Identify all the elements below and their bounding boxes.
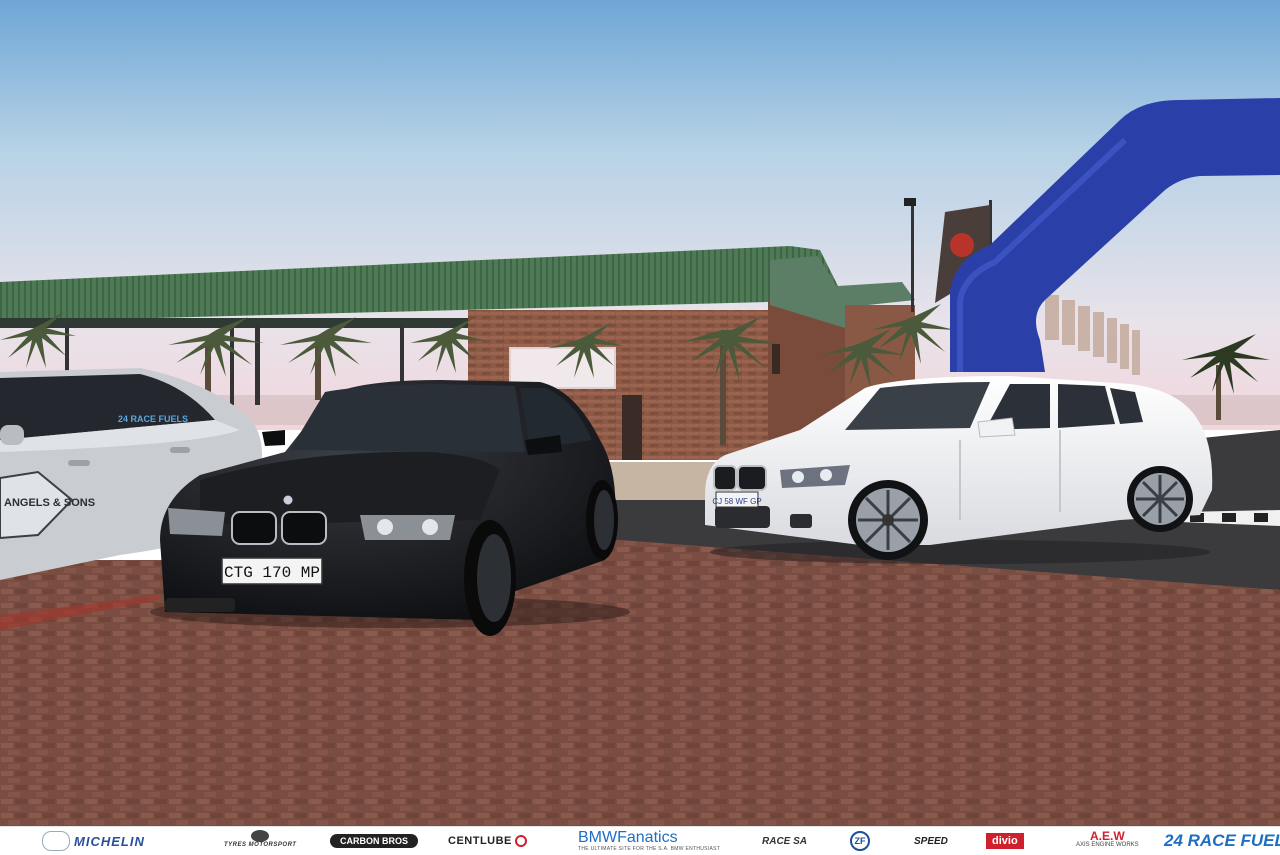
- divio-logo: divio: [986, 830, 1024, 852]
- 24-race-fuels-logo: 24 RACE FUELS: [1164, 831, 1280, 850]
- race-sa-logo: RACE SA: [762, 835, 808, 847]
- silver-car-door-logo: ANGELS & SONS: [4, 497, 95, 509]
- silver-car-window-logo: 24 RACE FUELS: [118, 414, 188, 424]
- sponsor-bar: MICHELIN TYRES MOTORSPORT CARBON BROS CE…: [0, 826, 1280, 855]
- centlube-logo: CENTLUBE: [448, 830, 527, 852]
- car-meet-photo: ANGELS & SONS 24 RACE FUELS CTG 170 MP C…: [0, 0, 1280, 826]
- black-car-plate: CTG 170 MP: [224, 564, 320, 582]
- tyre-icon: [251, 830, 270, 842]
- michelin-logo: MICHELIN: [42, 830, 145, 852]
- tyres-motorsport-logo: TYRES MOTORSPORT: [224, 830, 296, 852]
- bmw-fanatics-logo: BMWFanatics THE ULTIMATE SITE FOR THE S.…: [578, 829, 721, 853]
- carbon-bros-logo: CARBON BROS: [330, 830, 419, 852]
- zf-logo: ZF: [850, 830, 870, 852]
- speed-sound-logo: SPEED: [914, 835, 948, 847]
- bibendum-icon: [42, 831, 70, 851]
- centlube-mark-icon: [514, 835, 527, 847]
- white-car-plate: CJ 58 WF GP: [712, 497, 761, 506]
- aew-logo: A.E.W AXIS ENGINE WORKS: [1076, 829, 1139, 848]
